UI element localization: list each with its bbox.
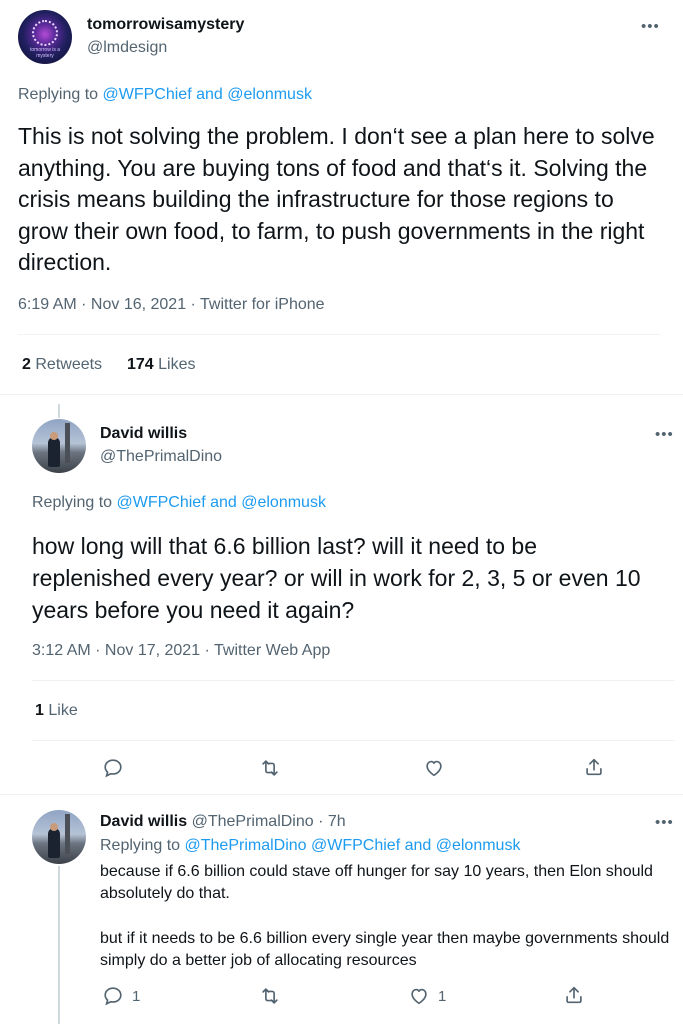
tweet-text-paragraph-2: but if it needs to be 6.6 billion every … <box>100 930 670 969</box>
reply-button[interactable]: 1 <box>102 985 140 1007</box>
replying-prefix: Replying to <box>18 86 99 103</box>
replying-to: Replying to @WFPChief and @elonmusk <box>18 86 312 104</box>
retweet-button[interactable] <box>259 985 281 1007</box>
engagement-stats: 2 Retweets 174 Likes <box>22 356 195 374</box>
replying-to: Replying to @ThePrimalDino @WFPChief and… <box>100 837 520 855</box>
tweet-text-paragraph-1: because if 6.6 billion could stave off h… <box>100 863 653 902</box>
section-divider <box>0 394 683 395</box>
tweet-text: how long will that 6.6 billion last? wil… <box>32 533 641 623</box>
more-horizontal-icon[interactable]: ••• <box>641 19 660 34</box>
more-horizontal-icon[interactable]: ••• <box>655 815 674 830</box>
avatar[interactable]: tomorrow is a mystery <box>18 10 72 64</box>
replying-to-link[interactable]: @WFPChief and @elonmusk <box>117 494 326 511</box>
replying-to-link[interactable]: @ThePrimalDino @WFPChief and @elonmusk <box>185 837 521 854</box>
avatar[interactable] <box>32 419 86 473</box>
share-button[interactable] <box>583 756 605 778</box>
reply-icon <box>104 759 122 778</box>
avatar-caption: tomorrow is a mystery <box>29 47 60 59</box>
tweet-text: This is not solving the problem. I don‘t… <box>18 123 655 275</box>
likes-count[interactable]: 174 <box>127 356 154 373</box>
divider <box>32 740 675 741</box>
thread-line <box>58 866 60 1024</box>
share-icon <box>586 758 602 776</box>
divider <box>32 680 675 681</box>
like-count: 1 <box>438 987 447 1005</box>
retweet-button[interactable] <box>259 757 281 779</box>
replying-prefix: Replying to <box>100 837 181 854</box>
likes-label[interactable]: Likes <box>158 356 195 373</box>
tweet-header: David willis @ThePrimalDino · 7h <box>100 813 346 831</box>
likes-label[interactable]: Like <box>48 702 77 719</box>
tweet-meta[interactable]: 3:12 AM · Nov 17, 2021 · Twitter Web App <box>32 642 330 660</box>
share-icon <box>566 986 582 1004</box>
section-divider <box>0 794 683 795</box>
thread-line <box>58 404 60 418</box>
retweets-count[interactable]: 2 <box>22 356 31 373</box>
retweet-icon <box>262 760 278 776</box>
reply-button[interactable] <box>102 757 124 779</box>
more-horizontal-icon[interactable]: ••• <box>655 427 674 442</box>
share-button[interactable] <box>563 984 585 1006</box>
replying-to-link[interactable]: @WFPChief and @elonmusk <box>103 86 312 103</box>
replying-prefix: Replying to <box>32 494 113 511</box>
handle-time[interactable]: @ThePrimalDino · 7h <box>192 813 346 830</box>
likes-count[interactable]: 1 <box>35 702 44 719</box>
display-name[interactable]: David willis <box>100 813 187 830</box>
retweets-label[interactable]: Retweets <box>35 356 102 373</box>
display-name[interactable]: David willis <box>100 425 187 443</box>
like-button[interactable]: 1 <box>408 985 446 1007</box>
reply-count: 1 <box>132 987 141 1005</box>
avatar[interactable] <box>32 810 86 864</box>
like-button[interactable] <box>423 757 445 779</box>
engagement-stats: 1 Like <box>35 702 78 720</box>
tweet-meta[interactable]: 6:19 AM · Nov 16, 2021 · Twitter for iPh… <box>18 296 325 314</box>
heart-icon <box>411 988 427 1005</box>
handle[interactable]: @ThePrimalDino <box>100 448 222 466</box>
divider <box>18 334 660 335</box>
avatar-graphic <box>32 20 58 46</box>
reply-icon <box>104 987 122 1006</box>
replying-to: Replying to @WFPChief and @elonmusk <box>32 494 326 512</box>
retweet-icon <box>262 988 278 1004</box>
handle[interactable]: @lmdesign <box>87 39 167 57</box>
heart-icon <box>426 760 442 777</box>
display-name[interactable]: tomorrowisamystery <box>87 16 244 34</box>
